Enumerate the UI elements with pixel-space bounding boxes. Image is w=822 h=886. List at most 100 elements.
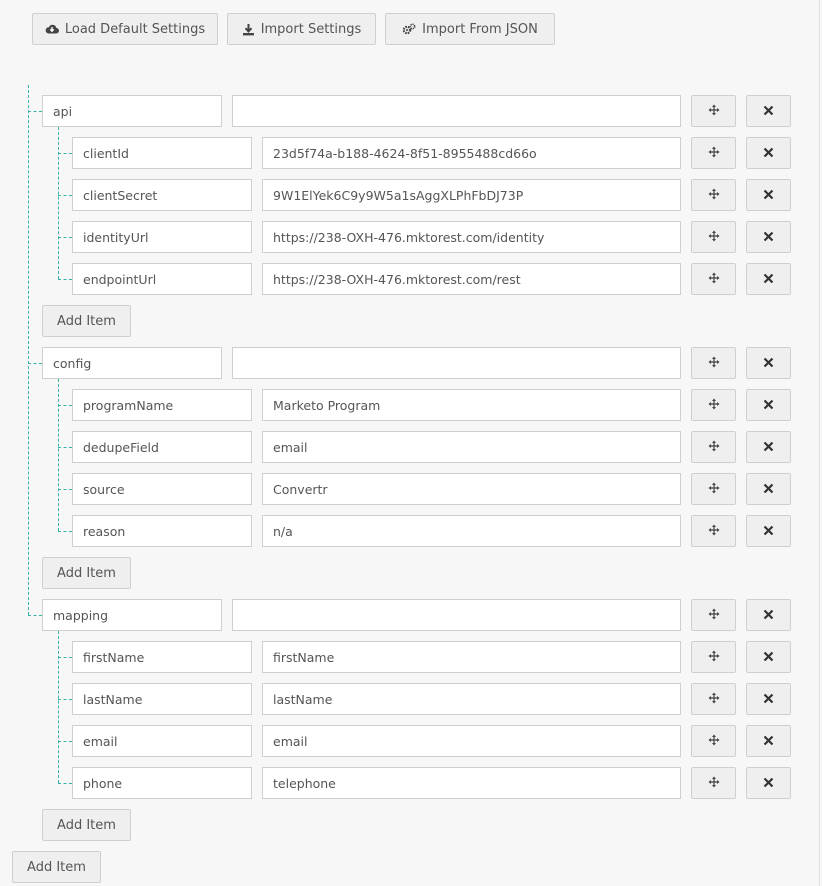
group-key-field[interactable]: mapping bbox=[42, 599, 222, 631]
close-icon bbox=[763, 230, 774, 245]
remove-button[interactable] bbox=[746, 473, 791, 505]
tree-group-line bbox=[58, 631, 59, 783]
move-button[interactable] bbox=[691, 515, 736, 547]
move-arrows-icon bbox=[708, 692, 720, 707]
group-key-field[interactable]: config bbox=[42, 347, 222, 379]
item-value-field[interactable]: n/a bbox=[262, 515, 681, 547]
remove-button[interactable] bbox=[746, 137, 791, 169]
tree-branch bbox=[28, 615, 42, 616]
move-button[interactable] bbox=[691, 683, 736, 715]
item-value-field[interactable]: email bbox=[262, 725, 681, 757]
tree-branch bbox=[58, 195, 72, 196]
item-value-field[interactable]: 23d5f74a-b188-4624-8f51-8955488cd66o bbox=[262, 137, 681, 169]
move-arrows-icon bbox=[708, 230, 720, 245]
group-key-field[interactable]: api bbox=[42, 95, 222, 127]
move-arrows-icon bbox=[708, 356, 720, 371]
move-button[interactable] bbox=[691, 95, 736, 127]
move-arrows-icon bbox=[708, 104, 720, 119]
move-button[interactable] bbox=[691, 179, 736, 211]
item-key-field[interactable]: identityUrl bbox=[72, 221, 252, 253]
move-button[interactable] bbox=[691, 263, 736, 295]
close-icon bbox=[763, 440, 774, 455]
move-button[interactable] bbox=[691, 725, 736, 757]
group-value-field[interactable] bbox=[232, 347, 681, 379]
item-value-field[interactable]: email bbox=[262, 431, 681, 463]
move-button[interactable] bbox=[691, 431, 736, 463]
item-value-field[interactable]: firstName bbox=[262, 641, 681, 673]
load-default-settings-button[interactable]: Load Default Settings bbox=[32, 13, 218, 45]
remove-button[interactable] bbox=[746, 263, 791, 295]
remove-button[interactable] bbox=[746, 683, 791, 715]
group-value-field[interactable] bbox=[232, 95, 681, 127]
move-button[interactable] bbox=[691, 137, 736, 169]
move-arrows-icon bbox=[708, 608, 720, 623]
item-value-field[interactable]: 9W1ElYek6C9y9W5a1sAggXLPhFbDJ73P bbox=[262, 179, 681, 211]
item-key-field[interactable]: endpointUrl bbox=[72, 263, 252, 295]
item-value-field[interactable]: https://238-OXH-476.mktorest.com/rest bbox=[262, 263, 681, 295]
root-add-item-button[interactable]: Add Item bbox=[12, 851, 101, 883]
add-item-button[interactable]: Add Item bbox=[42, 557, 131, 589]
remove-button[interactable] bbox=[746, 221, 791, 253]
remove-button[interactable] bbox=[746, 599, 791, 631]
tree-group-line bbox=[58, 127, 59, 279]
import-from-json-label: Import From JSON bbox=[422, 21, 538, 37]
item-value-field[interactable]: telephone bbox=[262, 767, 681, 799]
remove-button[interactable] bbox=[746, 725, 791, 757]
item-key-field[interactable]: phone bbox=[72, 767, 252, 799]
tree-branch bbox=[58, 405, 72, 406]
move-arrows-icon bbox=[708, 440, 720, 455]
item-value-field[interactable]: Convertr bbox=[262, 473, 681, 505]
remove-button[interactable] bbox=[746, 641, 791, 673]
tree-branch bbox=[58, 531, 72, 532]
remove-button[interactable] bbox=[746, 389, 791, 421]
close-icon bbox=[763, 776, 774, 791]
tree-root-line bbox=[28, 85, 29, 615]
item-key-field[interactable]: programName bbox=[72, 389, 252, 421]
move-arrows-icon bbox=[708, 650, 720, 665]
remove-button[interactable] bbox=[746, 431, 791, 463]
item-key-field[interactable]: firstName bbox=[72, 641, 252, 673]
move-button[interactable] bbox=[691, 347, 736, 379]
move-button[interactable] bbox=[691, 389, 736, 421]
add-item-button[interactable]: Add Item bbox=[42, 809, 131, 841]
close-icon bbox=[763, 272, 774, 287]
gears-icon bbox=[402, 23, 416, 35]
close-icon bbox=[763, 146, 774, 161]
tree-branch bbox=[58, 237, 72, 238]
add-item-button[interactable]: Add Item bbox=[42, 305, 131, 337]
item-key-field[interactable]: clientSecret bbox=[72, 179, 252, 211]
move-arrows-icon bbox=[708, 482, 720, 497]
cloud-download-icon bbox=[45, 23, 59, 35]
remove-button[interactable] bbox=[746, 95, 791, 127]
load-default-settings-label: Load Default Settings bbox=[64, 21, 206, 37]
remove-button[interactable] bbox=[746, 767, 791, 799]
group-value-field[interactable] bbox=[232, 599, 681, 631]
item-value-field[interactable]: Marketo Program bbox=[262, 389, 681, 421]
item-key-field[interactable]: reason bbox=[72, 515, 252, 547]
item-key-field[interactable]: dedupeField bbox=[72, 431, 252, 463]
tree-branch bbox=[28, 111, 42, 112]
close-icon bbox=[763, 482, 774, 497]
close-icon bbox=[763, 524, 774, 539]
item-value-field[interactable]: https://238-OXH-476.mktorest.com/identit… bbox=[262, 221, 681, 253]
move-button[interactable] bbox=[691, 473, 736, 505]
close-icon bbox=[763, 398, 774, 413]
item-key-field[interactable]: lastName bbox=[72, 683, 252, 715]
move-arrows-icon bbox=[708, 272, 720, 287]
move-arrows-icon bbox=[708, 734, 720, 749]
move-button[interactable] bbox=[691, 599, 736, 631]
item-value-field[interactable]: lastName bbox=[262, 683, 681, 715]
close-icon bbox=[763, 104, 774, 119]
move-button[interactable] bbox=[691, 767, 736, 799]
import-from-json-button[interactable]: Import From JSON bbox=[385, 13, 555, 45]
item-key-field[interactable]: clientId bbox=[72, 137, 252, 169]
item-key-field[interactable]: source bbox=[72, 473, 252, 505]
remove-button[interactable] bbox=[746, 347, 791, 379]
move-button[interactable] bbox=[691, 221, 736, 253]
item-key-field[interactable]: email bbox=[72, 725, 252, 757]
tree-branch bbox=[58, 447, 72, 448]
remove-button[interactable] bbox=[746, 179, 791, 211]
move-button[interactable] bbox=[691, 641, 736, 673]
import-settings-button[interactable]: Import Settings bbox=[227, 13, 376, 45]
remove-button[interactable] bbox=[746, 515, 791, 547]
